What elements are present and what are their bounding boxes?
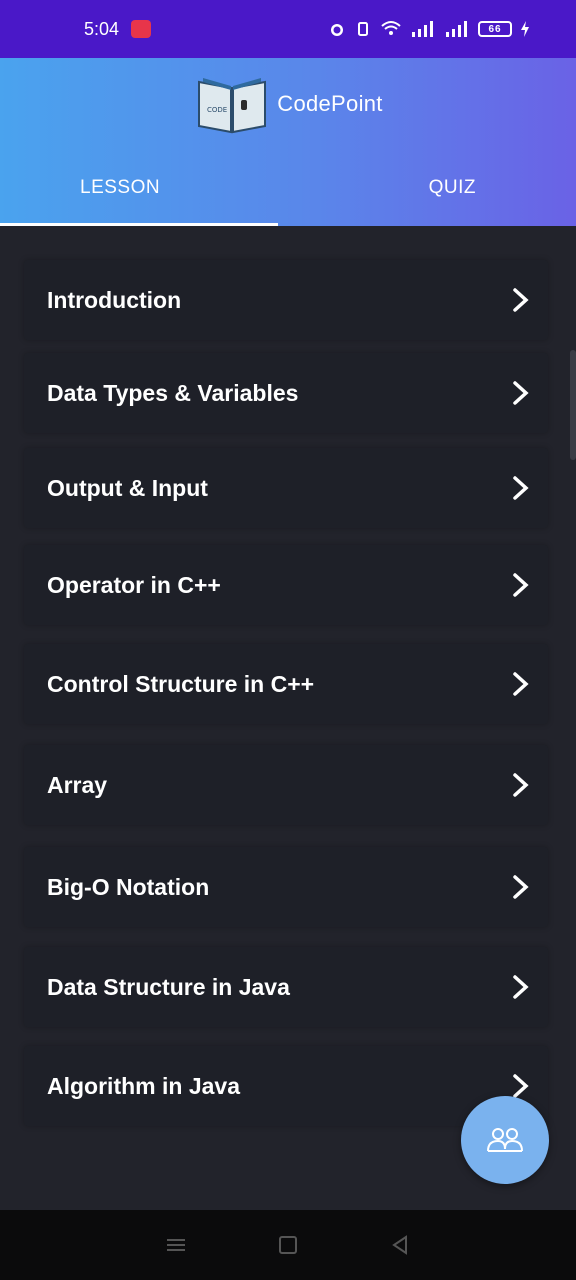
lesson-list[interactable]: Introduction Data Types & Variables Outp… [0, 226, 576, 1210]
lesson-item[interactable]: Introduction [24, 260, 548, 340]
tab-bar: LESSON QUIZ [0, 150, 576, 226]
battery-level: 66 [488, 23, 502, 35]
tab-quiz[interactable]: QUIZ [278, 150, 576, 226]
lesson-item-label: Data Types & Variables [47, 379, 299, 406]
status-time: 5:04 [84, 18, 120, 39]
chevron-right-icon [513, 476, 529, 500]
lesson-item[interactable]: Output & Input [24, 448, 548, 528]
status-left: 5:04 [84, 18, 152, 40]
status-bar: 5:04 66 [0, 0, 576, 58]
lesson-item-label: Output & Input [47, 474, 208, 501]
lesson-item[interactable]: Data Types & Variables [24, 353, 548, 433]
notification-badge-icon [131, 20, 152, 38]
lesson-item-label: Control Structure in C++ [47, 670, 315, 697]
tab-quiz-label: QUIZ [428, 177, 476, 198]
app-name: CodePoint [277, 91, 383, 116]
group-icon [487, 1128, 523, 1152]
lesson-item[interactable]: Data Structure in Java [24, 947, 548, 1027]
chevron-right-icon [513, 288, 529, 312]
tab-lesson-label: LESSON [80, 177, 161, 198]
home-square-icon[interactable] [277, 1234, 299, 1256]
lesson-item-label: Introduction [47, 286, 182, 313]
tab-lesson[interactable]: LESSON [0, 150, 278, 226]
menu-icon[interactable] [165, 1236, 187, 1254]
chevron-right-icon [513, 672, 529, 696]
signal-icon-1 [412, 21, 433, 37]
lesson-item-label: Data Structure in Java [47, 973, 290, 1000]
chevron-right-icon [513, 875, 529, 899]
book-logo-icon: CODE [198, 78, 267, 134]
lesson-item-label: Big-O Notation [47, 873, 210, 900]
lesson-item[interactable]: Control Structure in C++ [24, 644, 548, 724]
chevron-right-icon [513, 573, 529, 597]
chevron-right-icon [513, 773, 529, 797]
system-nav-bar [0, 1210, 576, 1280]
chevron-right-icon [513, 381, 529, 405]
lesson-item-label: Array [47, 771, 108, 798]
logo-text: CODE [207, 106, 227, 114]
status-right: 66 [328, 20, 530, 38]
brand: CODE CodePoint [0, 72, 576, 136]
battery-icon: 66 [478, 21, 512, 37]
signal-icon-2 [446, 21, 467, 37]
lesson-item[interactable]: Operator in C++ [24, 545, 548, 625]
lesson-item[interactable]: Array [24, 745, 548, 825]
alarm-icon [331, 24, 343, 36]
community-fab-button[interactable] [461, 1096, 549, 1184]
wifi-icon [381, 21, 401, 35]
lesson-item-label: Operator in C++ [47, 571, 221, 598]
chevron-right-icon [513, 975, 529, 999]
back-triangle-icon[interactable] [389, 1234, 411, 1256]
lesson-item-label: Algorithm in Java [47, 1072, 240, 1099]
app-header: CODE CodePoint LESSON QUIZ [0, 58, 576, 226]
scrollbar-thumb[interactable] [570, 350, 576, 460]
vibrate-icon [358, 22, 368, 36]
charging-icon [521, 21, 529, 37]
lesson-item[interactable]: Big-O Notation [24, 847, 548, 927]
